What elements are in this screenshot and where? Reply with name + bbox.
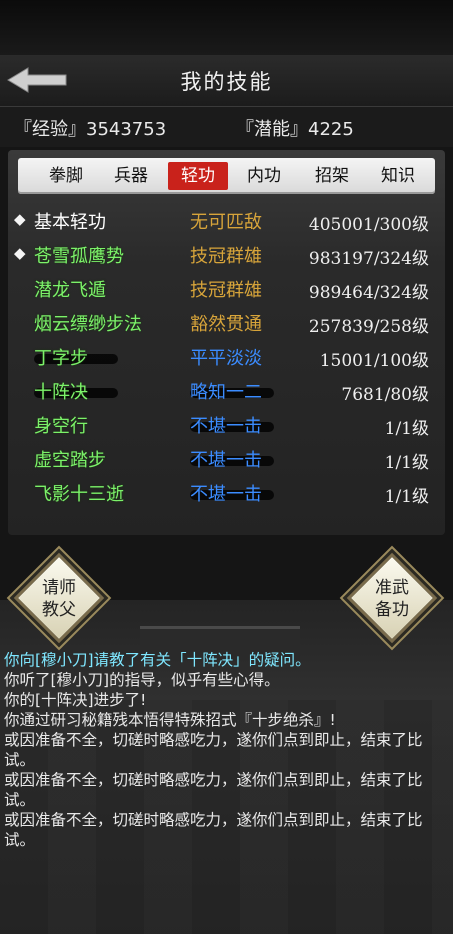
skill-rank: 豁然贯通 <box>190 314 262 335</box>
skill-name: 丁字步 <box>34 348 88 369</box>
log-line: 你向[穆小刀]请教了有关「十阵决」的疑问。 <box>4 651 311 669</box>
skill-row[interactable]: 烟云缥缈步法 豁然贯通 257839/258级 <box>8 308 445 340</box>
skill-row[interactable]: 丁字步 平平淡淡 15001/100级 <box>8 342 445 374</box>
skill-name: 虚空踏步 <box>34 450 106 471</box>
skill-row[interactable]: ◆ 苍雪孤鹰势 技冠群雄 983197/324级 <box>8 240 445 272</box>
skill-level: 15001/100级 <box>319 351 429 371</box>
skill-level: 989464/324级 <box>308 283 429 303</box>
log-line: 或因准备不全，切磋时略感吃力，遂你们点到即止，结束了比试。 <box>4 811 423 849</box>
prepare-skill-button[interactable]: 准武 备功 <box>346 552 438 644</box>
tab-parry[interactable]: 招架 <box>302 162 362 190</box>
skill-name: 身空行 <box>34 416 88 437</box>
skill-row[interactable]: ◆ 基本轻功 无可匹敌 405001/300级 <box>8 206 445 238</box>
skill-rank: 技冠群雄 <box>190 246 262 267</box>
skill-rank: 平平淡淡 <box>190 348 262 369</box>
diamond-bullet-icon: ◆ <box>14 210 26 228</box>
status-area <box>0 0 453 55</box>
ask-teacher-label-line1: 请师 <box>42 578 76 598</box>
prepare-skill-label-line1: 准武 <box>375 578 409 598</box>
stats-bar: 『经验』3543753 『潜能』4225 <box>0 107 453 147</box>
skill-level: 7681/80级 <box>341 385 429 405</box>
tab-internal[interactable]: 内功 <box>234 162 294 190</box>
log-line: 你听了[穆小刀]的指导，似乎有些心得。 <box>4 671 280 689</box>
skill-row[interactable]: 虚空踏步 不堪一击 1/1级 <box>8 444 445 476</box>
skill-rank: 无可匹敌 <box>190 212 262 233</box>
tab-knowledge[interactable]: 知识 <box>368 162 428 190</box>
skill-name: 基本轻功 <box>34 212 106 233</box>
skill-category-tabs: 拳脚 兵器 轻功 内功 招架 知识 <box>18 158 435 194</box>
skills-panel: 拳脚 兵器 轻功 内功 招架 知识 ◆ 基本轻功 无可匹敌 405001/300… <box>8 150 445 535</box>
log-line: 或因准备不全，切磋时略感吃力，遂你们点到即止，结束了比试。 <box>4 771 423 809</box>
potential-stat: 『潜能』4225 <box>236 119 354 140</box>
log-line: 你的[十阵决]进步了! <box>4 691 147 709</box>
tab-weapon[interactable]: 兵器 <box>101 162 161 190</box>
tab-fist[interactable]: 拳脚 <box>36 162 96 190</box>
tab-lightness[interactable]: 轻功 <box>168 162 228 190</box>
skill-level: 1/1级 <box>384 419 429 439</box>
skill-row[interactable]: 身空行 不堪一击 1/1级 <box>8 410 445 442</box>
diamond-bullet-icon: ◆ <box>14 244 26 262</box>
skill-rank: 不堪一击 <box>190 450 262 471</box>
skill-rank: 不堪一击 <box>190 484 262 505</box>
skill-name: 烟云缥缈步法 <box>34 314 142 335</box>
skill-level: 1/1级 <box>384 453 429 473</box>
skill-level: 1/1级 <box>384 487 429 507</box>
skill-name: 苍雪孤鹰势 <box>34 246 124 267</box>
skill-rank: 不堪一击 <box>190 416 262 437</box>
skill-level: 257839/258级 <box>308 317 429 337</box>
skill-name: 飞影十三逝 <box>34 484 124 505</box>
ask-teacher-label-line2: 教父 <box>42 600 76 620</box>
skill-rank: 略知一二 <box>190 382 262 403</box>
header-bar: 我的技能 <box>0 55 453 107</box>
skill-rank: 技冠群雄 <box>190 280 262 301</box>
skill-level: 405001/300级 <box>308 215 429 235</box>
skill-name: 十阵决 <box>34 382 88 403</box>
log-line: 你通过研习秘籍残本悟得特殊招式『十步绝杀』! <box>4 711 336 729</box>
skill-level: 983197/324级 <box>308 249 429 269</box>
message-log: 你向[穆小刀]请教了有关「十阵决」的疑问。 你听了[穆小刀]的指导，似乎有些心得… <box>4 650 449 850</box>
skill-row[interactable]: 潜龙飞遁 技冠群雄 989464/324级 <box>8 274 445 306</box>
skill-name: 潜龙飞遁 <box>34 280 106 301</box>
page-title: 我的技能 <box>180 70 273 94</box>
log-line: 或因准备不全，切磋时略感吃力，遂你们点到即止，结束了比试。 <box>4 731 423 769</box>
skill-row[interactable]: 十阵决 略知一二 7681/80级 <box>8 376 445 408</box>
ask-teacher-button[interactable]: 请师 教父 <box>13 552 105 644</box>
experience-stat: 『经验』3543753 <box>14 119 167 140</box>
skill-row[interactable]: 飞影十三逝 不堪一击 1/1级 <box>8 478 445 510</box>
prepare-skill-label-line2: 备功 <box>375 600 409 620</box>
